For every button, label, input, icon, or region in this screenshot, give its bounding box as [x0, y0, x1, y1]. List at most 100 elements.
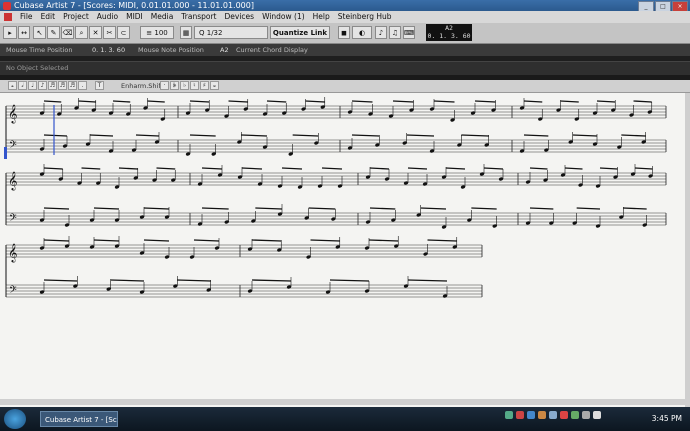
- menu-item[interactable]: Window (1): [262, 11, 305, 23]
- edit-mode-button[interactable]: ♪: [375, 26, 387, 39]
- edit-vst-button[interactable]: ◼: [338, 26, 350, 39]
- menu-item[interactable]: File: [20, 11, 33, 23]
- bass-note-beam: [529, 207, 554, 210]
- tray-icon-4[interactable]: [538, 411, 546, 419]
- bass-note-beam: [621, 134, 646, 137]
- menu-item[interactable]: Media: [151, 11, 174, 23]
- info-line: Mouse Time Position 0. 1. 3. 60 Mouse No…: [0, 44, 690, 56]
- zoom-tool[interactable]: ⌕: [75, 26, 88, 39]
- triplet-button[interactable]: T: [95, 81, 104, 90]
- treble-clef: 𝄞: [8, 171, 17, 191]
- taskbar-cubase[interactable]: Cubase Artist 7 - [Sc...: [40, 411, 118, 427]
- menu-item[interactable]: Transport: [181, 11, 216, 23]
- tray-icon-5[interactable]: [549, 411, 557, 419]
- solo-editor-button[interactable]: ▸: [3, 26, 17, 39]
- erase-tool[interactable]: ⌫: [61, 26, 74, 39]
- eighth-note-button[interactable]: ♪: [38, 81, 47, 90]
- treble-note-beam: [118, 167, 138, 170]
- tray-icon-3[interactable]: [527, 411, 535, 419]
- bass-note-beam: [251, 279, 292, 282]
- treble-note-beam: [201, 167, 223, 170]
- bass-note-beam: [407, 279, 448, 282]
- cubase-menu-logo[interactable]: [4, 13, 12, 21]
- score-staves[interactable]: 𝄞 𝄢 𝄞 𝄢 𝄞 𝄢: [0, 93, 685, 399]
- vertical-scrollbar[interactable]: [685, 93, 690, 407]
- treble-note-beam: [368, 239, 399, 242]
- whole-note-button[interactable]: 𝅝: [8, 81, 17, 90]
- treble-note-beam: [156, 167, 176, 170]
- step-input-button[interactable]: ♫: [389, 26, 401, 39]
- snap-button[interactable]: ▦: [180, 26, 192, 39]
- taskbar-clock[interactable]: 3:45 PM: [652, 407, 682, 431]
- menu-item[interactable]: MIDI: [126, 11, 143, 23]
- start-button[interactable]: [4, 409, 26, 429]
- glue-tool[interactable]: ⊂: [117, 26, 130, 39]
- treble-note-beam: [369, 167, 390, 170]
- treble-note-beam: [392, 100, 414, 103]
- tray-icon-6[interactable]: [560, 411, 568, 419]
- treble-note-beam: [189, 100, 210, 103]
- half-note-button[interactable]: 𝅗𝅥: [18, 81, 27, 90]
- enharm-off-button[interactable]: ·: [160, 81, 169, 90]
- object-selection-tool[interactable]: ↖: [33, 26, 46, 39]
- treble-note-beam: [523, 100, 543, 103]
- quarter-note-button[interactable]: ♩: [28, 81, 37, 90]
- colors-menu-button[interactable]: ◐: [352, 26, 372, 39]
- menu-item[interactable]: Steinberg Hub: [338, 11, 392, 23]
- mouse-time-value: 0. 1. 3. 60: [92, 46, 126, 54]
- 64th-note-button[interactable]: ♬: [68, 81, 77, 90]
- treble-note-beam: [281, 167, 303, 170]
- autoscroll-button[interactable]: ↔: [18, 26, 30, 39]
- windows-taskbar: Cubase Artist 7 - [Sc... 3:45 PM: [0, 407, 690, 431]
- tray-icon-1[interactable]: [505, 411, 513, 419]
- treble-note-beam: [43, 167, 63, 170]
- treble-note-beam: [228, 100, 248, 103]
- bass-clef: 𝄢: [9, 284, 17, 298]
- bass-note-beam: [292, 134, 319, 137]
- mute-tool[interactable]: ✕: [89, 26, 102, 39]
- track-marker: [4, 147, 7, 159]
- dotted-note-button[interactable]: .: [78, 81, 87, 90]
- treble-note-beam: [251, 239, 282, 242]
- sixteenth-note-button[interactable]: ♬: [48, 81, 57, 90]
- menu-item[interactable]: Help: [313, 11, 330, 23]
- tray-icon-2[interactable]: [516, 411, 524, 419]
- bass-note-beam: [471, 207, 497, 210]
- menu-item[interactable]: Audio: [97, 11, 118, 23]
- quantize-preset-select[interactable]: Quantize Link: [270, 26, 330, 39]
- horizontal-scrollbar[interactable]: [0, 399, 685, 405]
- midi-input-button[interactable]: ⌨: [403, 26, 415, 39]
- treble-note-beam: [43, 239, 70, 242]
- enharm-sharp-button[interactable]: ♯: [200, 81, 209, 90]
- cubase-app-icon[interactable]: [3, 2, 11, 10]
- menu-item[interactable]: Project: [63, 11, 89, 23]
- bass-note-beam: [93, 207, 120, 210]
- score-canvas[interactable]: 𝄞 𝄢 𝄞 𝄢 𝄞 𝄢: [0, 93, 685, 407]
- treble-note-beam: [427, 239, 457, 242]
- split-tool[interactable]: ✂: [103, 26, 116, 39]
- menu-item[interactable]: Devices: [225, 11, 255, 23]
- volume-icon[interactable]: [593, 411, 601, 419]
- enharm-double-flat-button[interactable]: 𝄫: [170, 81, 179, 90]
- enharm-double-sharp-button[interactable]: 𝄪: [210, 81, 219, 90]
- enharm-flat-button[interactable]: ♭: [180, 81, 189, 90]
- bass-note-beam: [135, 134, 160, 137]
- enharm-no-button[interactable]: ♮: [190, 81, 199, 90]
- treble-note-beam: [147, 100, 165, 103]
- network-icon[interactable]: [582, 411, 590, 419]
- 32nd-note-button[interactable]: ♬: [58, 81, 67, 90]
- pencil-tool[interactable]: ✎: [47, 26, 60, 39]
- window-titlebar: Cubase Artist 7 - [Scores: MIDI, 0.01.01…: [0, 0, 690, 12]
- bass-note-beam: [110, 279, 145, 282]
- quantize-select[interactable]: Q 1/32: [194, 26, 268, 39]
- bass-clef: 𝄢: [9, 139, 17, 153]
- treble-clef: 𝄞: [8, 243, 17, 263]
- treble-note-beam: [634, 167, 653, 170]
- treble-note-beam: [596, 100, 616, 103]
- bass-note-beam: [623, 207, 647, 210]
- treble-note-beam: [445, 167, 466, 170]
- insert-velocity-field[interactable]: ≡ 100: [140, 26, 174, 39]
- tray-icon-7[interactable]: [571, 411, 579, 419]
- treble-note-beam: [474, 100, 496, 103]
- menu-item[interactable]: Edit: [41, 11, 56, 23]
